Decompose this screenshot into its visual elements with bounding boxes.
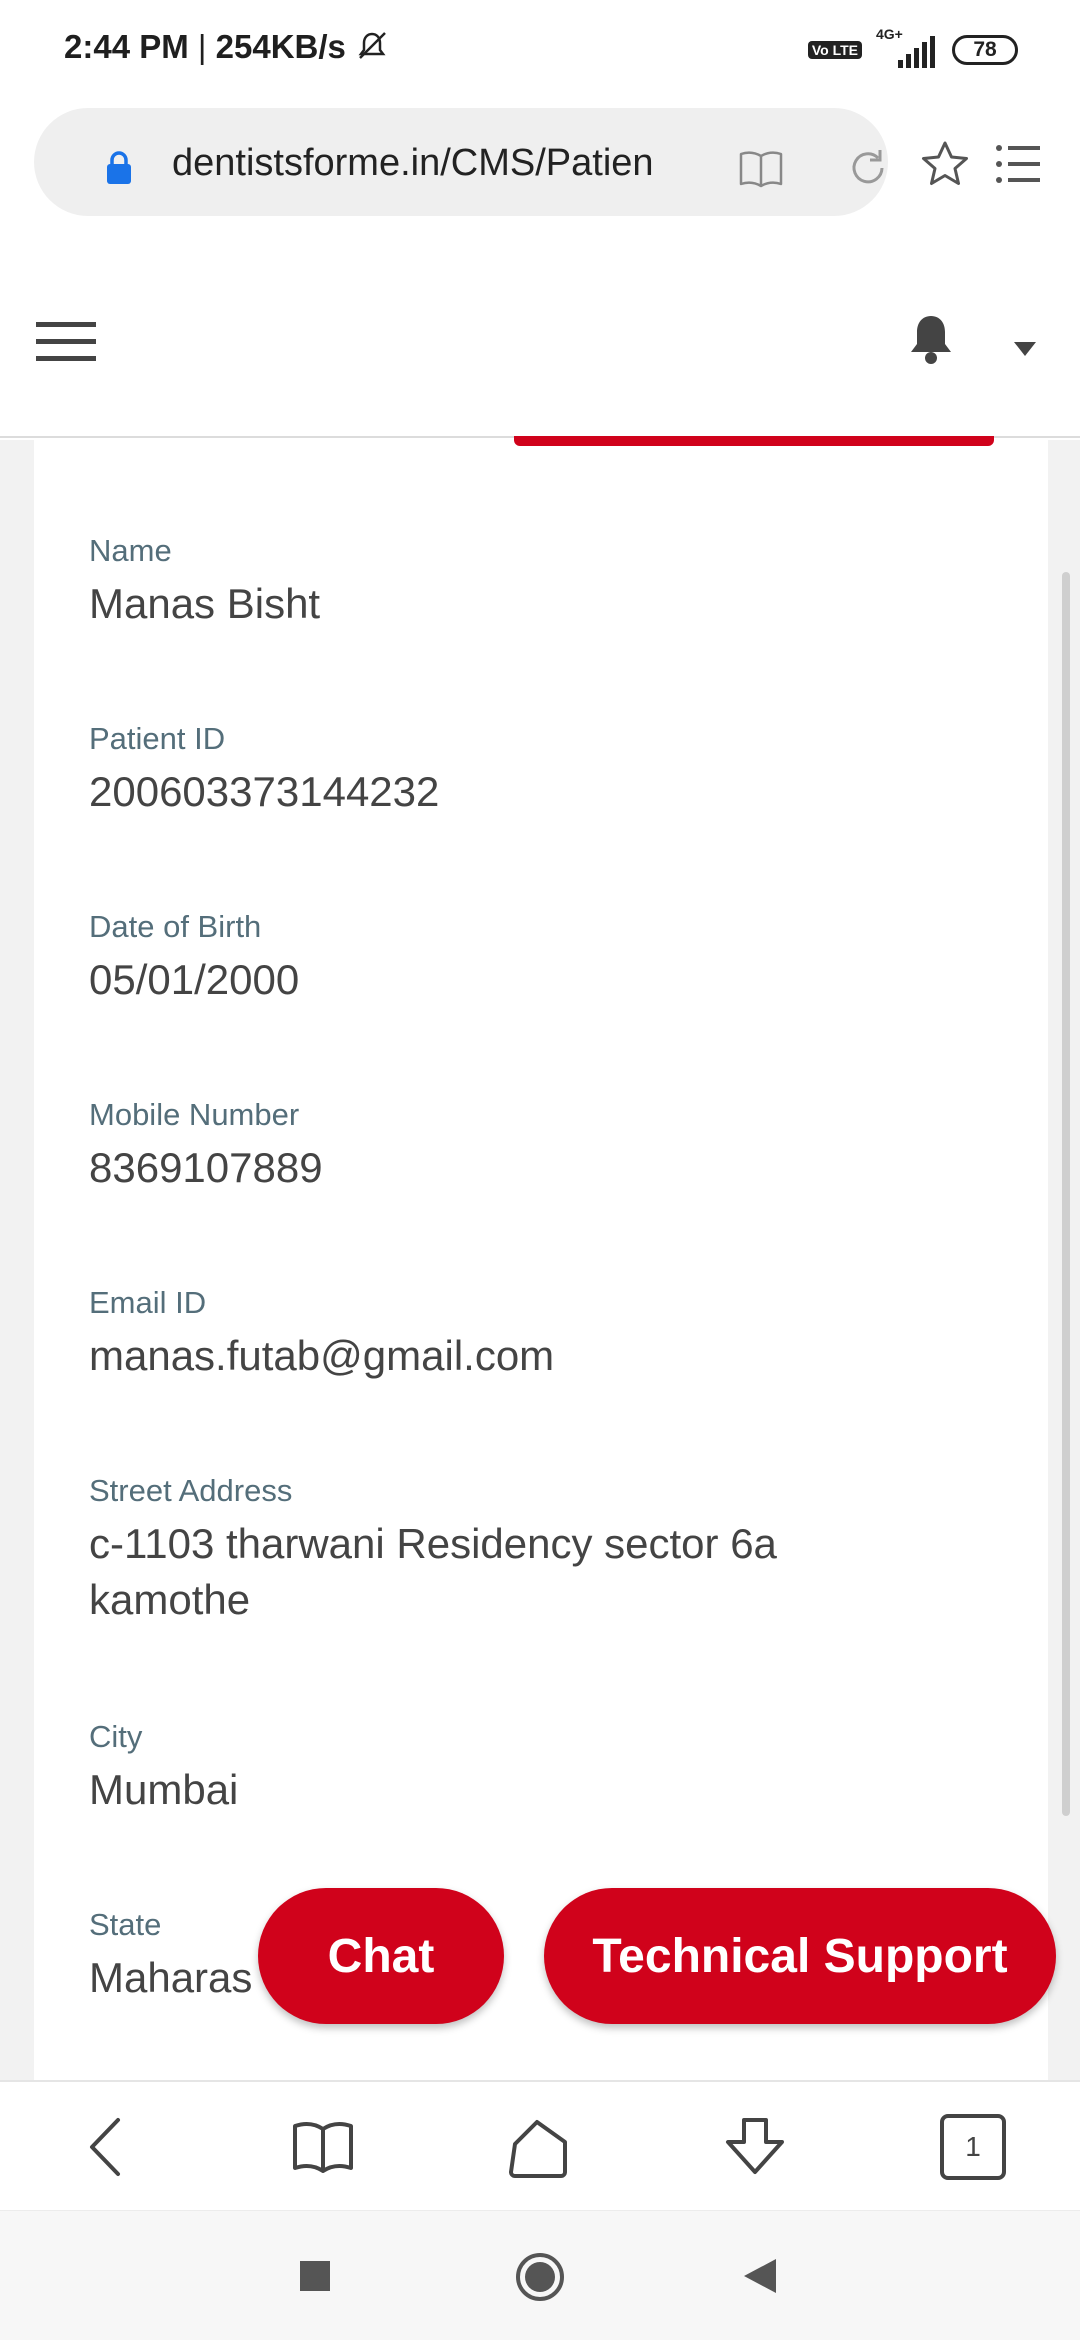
status-bar: 2:44 PM | 254KB/s Vo LTE 4G+ 78: [0, 0, 1080, 100]
patient-id-field: Patient ID 200603373144232: [89, 720, 989, 820]
field-value: manas.futab@gmail.com: [89, 1332, 555, 1379]
email-field: Email ID manas.futab@gmail.com: [89, 1284, 989, 1384]
field-label: Patient ID: [89, 721, 226, 756]
field-label: Date of Birth: [89, 909, 262, 944]
address-line-2: kamothe: [89, 1576, 251, 1623]
browser-toolbar: dentistsforme.in/CMS/Patien: [0, 100, 1080, 228]
volte-badge: Vo LTE: [807, 41, 862, 59]
bookmark-star-icon[interactable]: [920, 140, 970, 188]
notification-bell-icon[interactable]: [906, 312, 956, 364]
home-circle-icon[interactable]: [514, 2251, 566, 2303]
field-value: c-1103 tharwani Residency sector 6a kamo…: [89, 1516, 989, 1628]
url-text[interactable]: dentistsforme.in/CMS/Patien: [172, 142, 692, 185]
field-value: 8369107889: [89, 1144, 323, 1191]
network-speed-text: 254KB/s: [215, 28, 346, 65]
lock-icon[interactable]: [104, 150, 134, 186]
technical-support-button[interactable]: Technical Support: [544, 1888, 1056, 2024]
edit-button-edge[interactable]: [514, 436, 994, 446]
field-label: Mobile Number: [89, 1097, 300, 1132]
signal-icon: [898, 36, 935, 68]
field-label: City: [89, 1719, 143, 1754]
signal-group: 4G+: [876, 26, 938, 70]
menu-list-icon[interactable]: [994, 142, 1042, 186]
field-value: Manas Bisht: [89, 580, 321, 627]
scrollbar[interactable]: [1062, 572, 1070, 1816]
chat-button[interactable]: Chat: [258, 1888, 504, 2024]
tabs-count-icon[interactable]: 1: [940, 2114, 1006, 2180]
field-label: Email ID: [89, 1285, 207, 1320]
back-arrow-icon[interactable]: [74, 2114, 140, 2180]
patient-profile-card: [34, 440, 1048, 2080]
hamburger-menu-icon[interactable]: [36, 320, 96, 362]
system-navigation-bar: [0, 2210, 1080, 2340]
field-label: Name: [89, 533, 172, 568]
field-value: 05/01/2000: [89, 956, 300, 1003]
field-value: 200603373144232: [89, 768, 440, 815]
status-indicators: Vo LTE 4G+ 78: [807, 26, 1018, 70]
reload-icon[interactable]: [846, 146, 890, 190]
back-triangle-icon[interactable]: [742, 2257, 778, 2295]
mobile-field: Mobile Number 8369107889: [89, 1096, 989, 1196]
app-header: [0, 228, 1080, 438]
reader-mode-icon[interactable]: [738, 148, 784, 188]
browser-bottom-nav: 1: [0, 2080, 1080, 2210]
home-icon[interactable]: [507, 2114, 573, 2180]
bookmarks-book-icon[interactable]: [290, 2114, 356, 2180]
download-arrow-icon[interactable]: [722, 2114, 788, 2180]
street-address-field: Street Address c-1103 tharwani Residency…: [89, 1472, 989, 1628]
city-field: City Mumbai: [89, 1718, 989, 1818]
address-bar[interactable]: dentistsforme.in/CMS/Patien: [34, 108, 888, 216]
dob-field: Date of Birth 05/01/2000: [89, 908, 989, 1008]
field-value: Mumbai: [89, 1766, 239, 1813]
address-line-1: c-1103 tharwani Residency sector 6a: [89, 1520, 777, 1567]
status-time: 2:44 PM | 254KB/s: [64, 28, 389, 66]
mute-bell-icon: [358, 32, 386, 59]
name-field: Name Manas Bisht: [89, 532, 989, 632]
recents-square-icon[interactable]: [298, 2259, 332, 2293]
battery-indicator: 78: [952, 35, 1018, 65]
status-separator: |: [197, 28, 207, 65]
field-label: Street Address: [89, 1473, 293, 1508]
clock-text: 2:44 PM: [64, 28, 189, 65]
dropdown-caret-icon[interactable]: [1014, 342, 1036, 356]
